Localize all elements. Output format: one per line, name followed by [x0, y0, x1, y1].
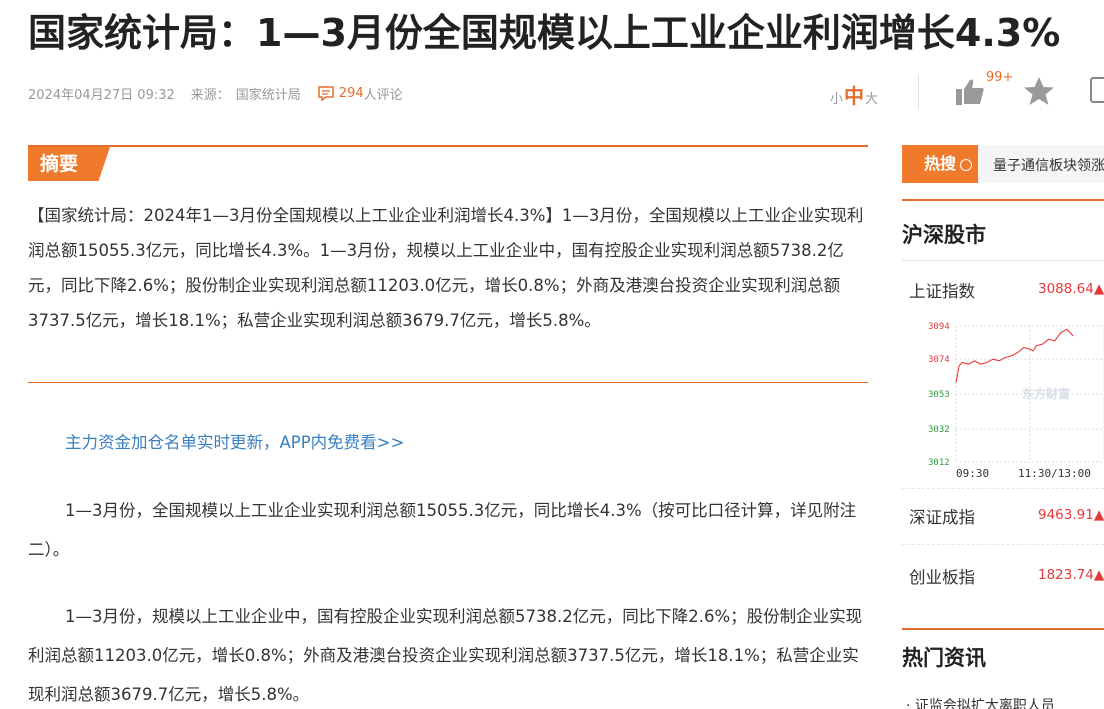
font-size-switcher: 小 中 大 — [830, 80, 878, 109]
comment-count: 294 — [338, 86, 364, 101]
hot-search-label: 热搜 — [924, 154, 957, 173]
index-value: 1823.74▲ — [1038, 567, 1104, 583]
article-paragraph: 1—3月份，全国规模以上工业企业实现利润总额15055.3亿元，同比增长4.3%… — [28, 501, 857, 559]
watermark: 东方财富 — [1022, 386, 1070, 401]
index-name: 创业板指 — [909, 568, 975, 587]
market-title: 沪深股市 — [902, 223, 986, 247]
y-tick-label: 3012 — [928, 458, 950, 468]
font-small-button[interactable]: 小 — [830, 88, 843, 107]
news-item[interactable]: · 证监会拟扩大离职人员 — [906, 695, 1055, 709]
source-label: 来源： — [190, 88, 230, 103]
article-paragraph: 1—3月份，规模以上工业企业中，国有控股企业实现利润总额5738.2亿元，同比下… — [28, 607, 863, 704]
row-divider — [902, 544, 1104, 545]
hot-search-item[interactable]: 量子通信板块领涨 — [993, 155, 1104, 175]
y-tick-label: 3074 — [928, 355, 950, 365]
index-value: 3088.64▲ — [1038, 281, 1104, 297]
fire-icon — [960, 158, 973, 171]
star-icon[interactable] — [1023, 76, 1055, 106]
article-meta: 2024年04月27日 09:32 来源： 国家统计局 294 人评论 — [28, 84, 419, 103]
index-chart: 3094 3074 3053 3032 3012 东方财富 09:30 11:30/13:00 — [928, 322, 1104, 480]
thumbs-up-icon[interactable] — [955, 78, 985, 106]
index-value: 9463.91▲ — [1038, 507, 1104, 523]
index-name: 上证指数 — [909, 282, 975, 301]
article-title: 国家统计局：1—3月份全国规模以上工业企业利润增长4.3% — [28, 11, 1061, 55]
index-row-chinext[interactable]: 创业板指 1823.74▲ — [902, 550, 1104, 600]
news-title: 热门资讯 — [902, 646, 986, 670]
series-line — [955, 328, 1074, 383]
abstract-label: 摘要 — [28, 147, 110, 181]
market-section-line — [902, 199, 1104, 201]
font-large-button[interactable]: 大 — [865, 88, 878, 107]
publish-date: 2024年04月27日 09:32 — [28, 88, 175, 103]
abstract-divider — [28, 382, 868, 383]
index-row-shenzhen[interactable]: 深证成指 9463.91▲ — [902, 490, 1104, 540]
index-row-shanghai[interactable]: 上证指数 3088.64▲ — [902, 264, 1104, 314]
promo-link[interactable]: 主力资金加仓名单实时更新，APP内免费看>> — [65, 429, 404, 453]
abstract-text: 【国家统计局：2024年1—3月份全国规模以上工业企业利润增长4.3%】1—3月… — [28, 206, 864, 330]
news-section-line — [902, 628, 1104, 630]
comment-icon — [318, 85, 334, 101]
market-title-divider — [902, 260, 1104, 261]
comments-link[interactable]: 294 人评论 — [317, 84, 403, 103]
y-tick-label: 3053 — [928, 390, 950, 400]
toolbar-divider — [918, 74, 919, 110]
like-count: 99+ — [986, 70, 1014, 85]
y-tick-label: 3094 — [928, 322, 950, 332]
x-tick-label: 11:30/13:00 — [1018, 467, 1091, 480]
source-link[interactable]: 国家统计局 — [236, 84, 301, 103]
index-name: 深证成指 — [909, 508, 975, 527]
abstract-header — [28, 145, 868, 183]
share-icon[interactable] — [1090, 77, 1104, 103]
hot-search-tag: 热搜 — [902, 145, 978, 183]
font-medium-button[interactable]: 中 — [844, 80, 864, 109]
x-tick-label: 09:30 — [956, 467, 989, 480]
y-tick-label: 3032 — [928, 425, 950, 435]
row-divider — [902, 488, 1104, 489]
comment-label: 人评论 — [363, 88, 403, 103]
